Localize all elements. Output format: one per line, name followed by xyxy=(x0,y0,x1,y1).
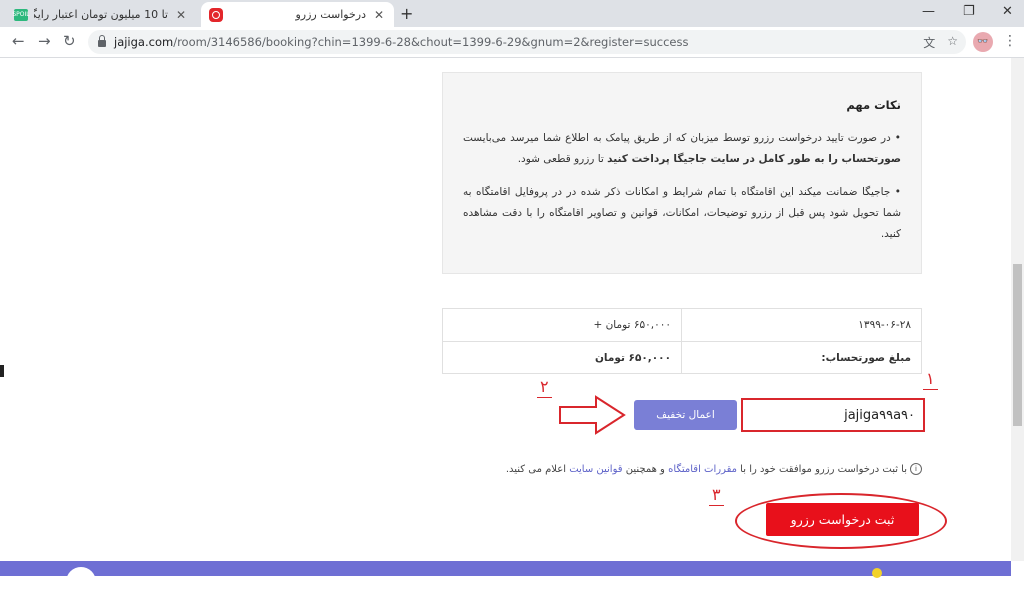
tab-title: درخواست رزرو xyxy=(295,8,366,21)
forward-icon[interactable]: → xyxy=(38,32,51,50)
close-tab-icon[interactable]: ✕ xyxy=(174,8,188,22)
address-bar[interactable]: jajiga.com/room/3146586/booking?chin=139… xyxy=(88,30,966,54)
invoice-total-value: ۶۵۰,۰۰۰ تومان xyxy=(443,342,682,374)
annotation-number-3: ۳ xyxy=(709,485,724,506)
tab-promo[interactable]: SPOIL تا 10 میلیون تومان اعتبار رایگان ج… xyxy=(6,2,196,27)
back-icon[interactable]: ← xyxy=(12,32,25,50)
notes-title: نکات مهم xyxy=(846,98,901,112)
notes-paragraph-1: • در صورت تایید درخواست رزرو توسط میزبان… xyxy=(463,132,901,165)
close-tab-icon[interactable]: ✕ xyxy=(372,8,386,22)
discount-code-input[interactable] xyxy=(741,398,925,432)
tab-title: تا 10 میلیون تومان اعتبار رایگان جاجیگا xyxy=(34,8,168,21)
reload-icon[interactable]: ↻ xyxy=(63,32,76,50)
info-icon: i xyxy=(910,463,922,475)
submit-booking-button[interactable]: ثبت درخواست رزرو xyxy=(766,503,919,536)
scrollbar-thumb[interactable] xyxy=(1013,264,1022,426)
apply-discount-button[interactable]: اعمال تخفیف xyxy=(634,400,737,430)
annotation-number-2: ۲ xyxy=(537,377,552,398)
invoice-table: ۱۳۹۹-۰۶-۲۸ ۶۵۰,۰۰۰ تومان + مبلغ صورتحساب… xyxy=(442,308,922,374)
avatar[interactable]: 👓 xyxy=(973,32,993,52)
minimize-button[interactable]: — xyxy=(922,4,935,19)
table-row: ۱۳۹۹-۰۶-۲۸ ۶۵۰,۰۰۰ تومان + xyxy=(443,309,921,342)
table-row: مبلغ صورتحساب: ۶۵۰,۰۰۰ تومان xyxy=(443,342,921,374)
invoice-total-label: مبلغ صورتحساب: xyxy=(821,352,911,364)
house-rules-link[interactable]: مقررات اقامتگاه xyxy=(668,464,737,475)
site-footer xyxy=(0,561,1011,576)
important-notes: نکات مهم • در صورت تایید درخواست رزرو تو… xyxy=(442,72,922,274)
footer-dot-icon xyxy=(872,568,882,578)
page-scrollbar[interactable] xyxy=(1011,58,1024,561)
translate-icon[interactable]: 文 xyxy=(923,34,935,51)
close-window-button[interactable]: ✕ xyxy=(1002,4,1013,19)
menu-icon[interactable]: ⋮ xyxy=(1003,33,1017,49)
new-tab-button[interactable]: + xyxy=(400,4,413,23)
url-text[interactable]: jajiga.com/room/3146586/booking?chin=139… xyxy=(114,35,688,49)
lock-icon[interactable] xyxy=(98,35,106,47)
spoil-favicon-icon: SPOIL xyxy=(12,8,30,21)
annotation-number-1: ۱ xyxy=(923,369,938,390)
arrow-right-icon xyxy=(559,395,626,435)
night-date: ۱۳۹۹-۰۶-۲۸ xyxy=(858,319,911,331)
jajiga-favicon-icon xyxy=(209,7,223,22)
browser-toolbar: ← → ↻ jajiga.com/room/3146586/booking?ch… xyxy=(0,27,1024,58)
tab-booking[interactable]: درخواست رزرو ✕ xyxy=(201,2,394,27)
site-rules-link[interactable]: قوانین سایت xyxy=(569,464,622,475)
star-icon[interactable]: ☆ xyxy=(947,34,958,51)
terms-consent: iبا ثبت درخواست رزرو موافقت خود را با مق… xyxy=(442,463,922,475)
notes-paragraph-2: • جاجیگا ضمانت میکند این اقامتگاه با تما… xyxy=(463,186,901,240)
night-price: ۶۵۰,۰۰۰ تومان + xyxy=(443,309,682,341)
page-edge-mark xyxy=(0,365,4,377)
tab-strip: SPOIL تا 10 میلیون تومان اعتبار رایگان ج… xyxy=(0,0,1024,27)
maximize-button[interactable]: ❐ xyxy=(963,4,975,19)
footer-badge xyxy=(66,567,96,597)
